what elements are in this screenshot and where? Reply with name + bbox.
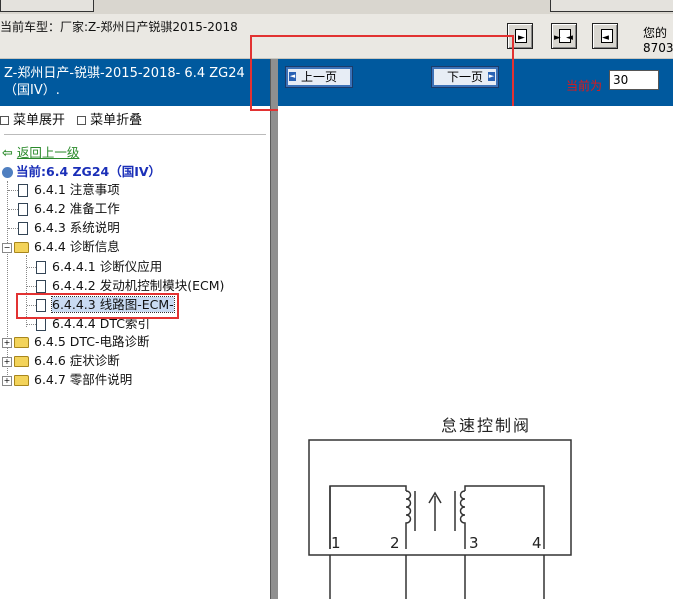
pin-label-1: 1 [331, 534, 341, 552]
wiring-diagram: 怠速控制阀 1 2 3 4 [308, 416, 572, 599]
tree-folder-6-4-7[interactable]: 6.4.7 零部件说明 [14, 371, 132, 389]
folder-icon [14, 375, 29, 386]
vehicle-path-title: Z-郑州日产-锐骐-2015-2018- 6.4 ZG24 （国IV）. [4, 66, 245, 98]
divider [4, 134, 266, 135]
page-left-button[interactable]: ◄ [592, 23, 618, 49]
highlight-box [16, 293, 179, 319]
left-navigation-pane: Z-郑州日产-锐骐-2015-2018- 6.4 ZG24 （国IV）. 菜单展… [0, 59, 270, 599]
folder-icon [14, 337, 29, 348]
page-fit-button[interactable]: ► ◄ [551, 23, 577, 49]
tree-line [8, 190, 18, 191]
tree-line [7, 181, 8, 381]
tree-item-label: 6.4.3 系统说明 [34, 220, 120, 235]
current-page-label: 当前为 [566, 79, 603, 93]
current-node: 当前:6.4 ZG24（国IV） [2, 163, 161, 181]
collapse-toggle-icon[interactable]: − [2, 243, 12, 253]
tree-folder-6-4-4[interactable]: 6.4.4 诊断信息 [14, 238, 120, 256]
tree-item-label: 6.4.4.1 诊断仪应用 [52, 259, 163, 274]
tree-item-6-4-3[interactable]: 6.4.3 系统说明 [18, 219, 120, 237]
expand-square-icon [0, 115, 9, 125]
document-icon [36, 280, 46, 293]
back-link[interactable]: ⇦ 返回上一级 [2, 144, 79, 163]
left-pane-header: Z-郑州日产-锐骐-2015-2018- 6.4 ZG24 （国IV）. [0, 59, 270, 106]
diagram-title: 怠速控制阀 [441, 416, 531, 435]
folder-icon [14, 356, 29, 367]
document-icon [18, 184, 28, 197]
tree-item-label: 6.4.6 症状诊断 [34, 353, 120, 368]
folder-open-icon [14, 242, 29, 253]
computer-icon [2, 167, 13, 178]
expand-toggle-icon[interactable]: + [2, 338, 12, 348]
current-vehicle-label: 当前车型：厂家:Z-郑州日产锐骐2015-2018 [0, 20, 238, 34]
tree-folder-6-4-5[interactable]: 6.4.5 DTC-电路诊断 [14, 333, 150, 351]
tree-item-label: 6.4.4.2 发动机控制模块(ECM) [52, 278, 225, 293]
pin-label-3: 3 [469, 534, 479, 552]
pin-label-4: 4 [532, 534, 542, 552]
back-arrow-icon: ⇦ [2, 146, 13, 161]
tree-item-label: 6.4.2 准备工作 [34, 201, 120, 216]
tree-folder-6-4-6[interactable]: 6.4.6 症状诊断 [14, 352, 120, 370]
pin-label-2: 2 [390, 534, 400, 552]
tree-item-label: 6.4.4 诊断信息 [34, 239, 120, 254]
current-node-label: 当前:6.4 ZG24（国IV） [16, 164, 162, 179]
back-link-label: 返回上一级 [16, 145, 80, 160]
right-coil [459, 490, 466, 549]
left-coil [405, 490, 412, 549]
user-info-text: 您的 87038 [643, 26, 673, 55]
tree-line [8, 209, 18, 210]
document-icon [36, 318, 46, 331]
tree-item-6-4-2[interactable]: 6.4.2 准备工作 [18, 200, 120, 218]
tree-item-label: 6.4.1 注意事项 [34, 182, 120, 197]
tree-item-label: 6.4.5 DTC-电路诊断 [34, 334, 150, 349]
tree-line [8, 228, 18, 229]
tree-item-6-4-1[interactable]: 6.4.1 注意事项 [18, 181, 120, 199]
collapse-square-icon [77, 115, 87, 125]
menu-ops: 菜单展开 菜单折叠 [0, 109, 142, 128]
menu-collapse-label: 菜单折叠 [90, 113, 143, 128]
tree-line [27, 286, 36, 287]
expand-toggle-icon[interactable]: + [2, 376, 12, 386]
tree-line [27, 267, 36, 268]
tree-item-6-4-4-1[interactable]: 6.4.4.1 诊断仪应用 [36, 258, 162, 276]
tree-item-label: 6.4.7 零部件说明 [34, 372, 133, 387]
document-icon [18, 222, 28, 235]
tree-line [27, 324, 36, 325]
document-icon [36, 261, 46, 274]
highlight-box [250, 35, 514, 111]
page-number-input[interactable] [609, 70, 659, 90]
top-toolbar-strip [0, 0, 673, 14]
menu-expand-label: 菜单展开 [13, 113, 66, 128]
menu-collapse-button[interactable]: 菜单折叠 [77, 113, 142, 128]
menu-expand-button[interactable]: 菜单展开 [0, 113, 65, 128]
top-tab-button-2[interactable] [550, 0, 673, 12]
expand-toggle-icon[interactable]: + [2, 357, 12, 367]
document-viewer: 怠速控制阀 1 2 3 4 [278, 106, 673, 599]
document-icon [18, 203, 28, 216]
top-tab-button-1[interactable] [0, 0, 94, 12]
